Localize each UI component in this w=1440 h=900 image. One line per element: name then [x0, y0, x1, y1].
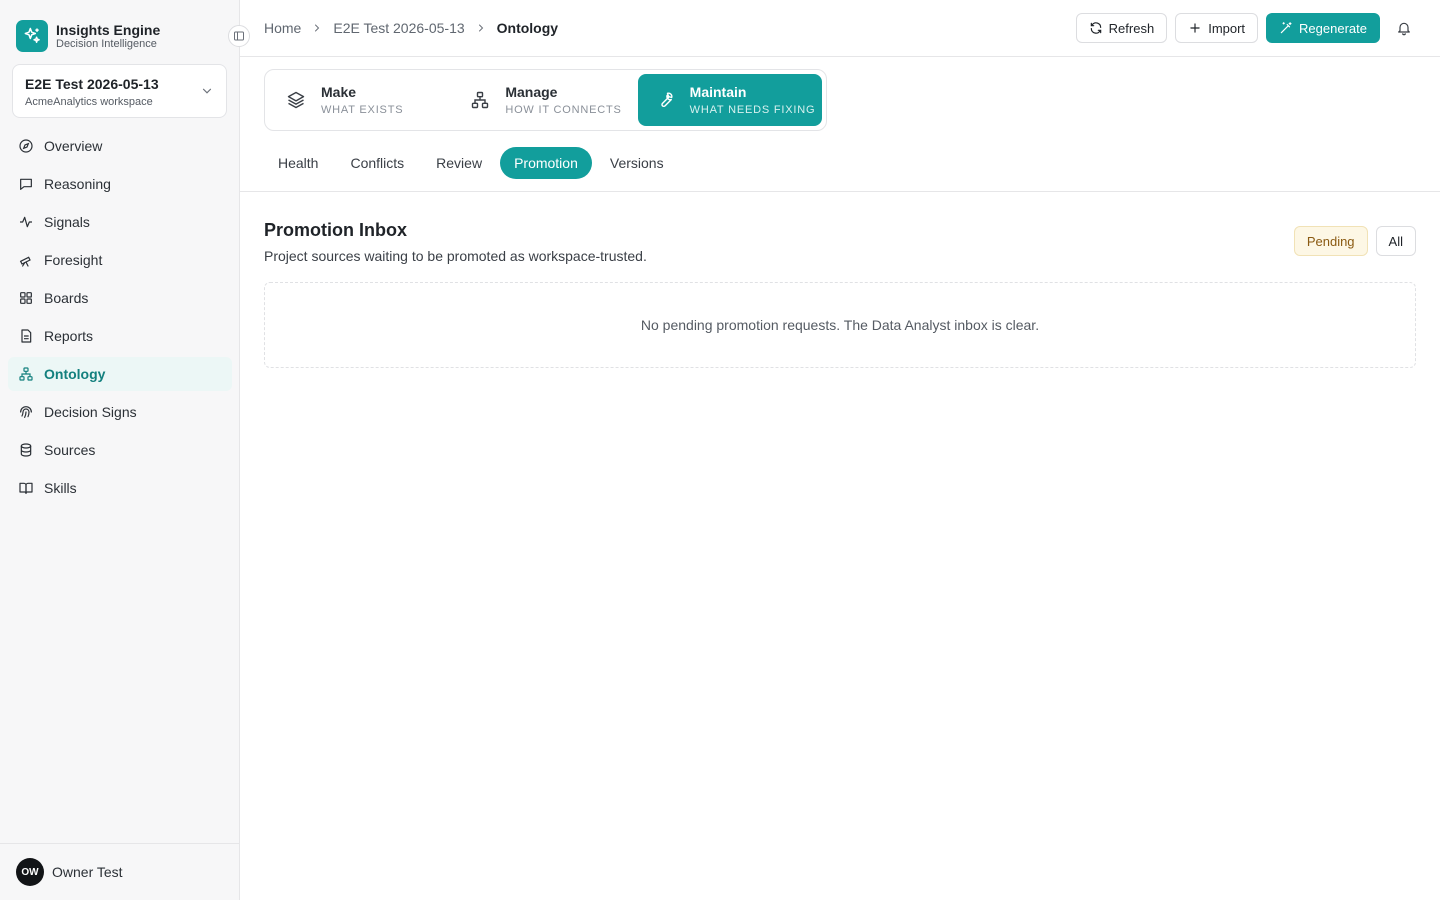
- sidebar-item-label: Boards: [44, 290, 89, 306]
- hierarchy-icon: [469, 89, 491, 111]
- tab-conflicts[interactable]: Conflicts: [336, 147, 418, 179]
- refresh-icon: [1089, 21, 1103, 35]
- sidebar-item-skills[interactable]: Skills: [8, 471, 232, 505]
- avatar: OW: [16, 858, 44, 886]
- tab-promotion[interactable]: Promotion: [500, 147, 592, 179]
- magic-wand-icon: [1279, 21, 1293, 35]
- user-menu[interactable]: OW Owner Test: [0, 843, 239, 900]
- breadcrumb-home[interactable]: Home: [264, 20, 301, 36]
- tab-review[interactable]: Review: [422, 147, 496, 179]
- message-icon: [18, 176, 34, 192]
- breadcrumb-current: Ontology: [496, 20, 559, 36]
- network-icon: [18, 366, 34, 382]
- breadcrumb-project[interactable]: E2E Test 2026-05-13: [333, 20, 464, 36]
- sidebar-item-label: Ontology: [44, 366, 106, 382]
- mode-switcher: Make WHAT EXISTS Manage HOW IT CONNECTS …: [264, 69, 827, 131]
- sidebar-item-foresight[interactable]: Foresight: [8, 243, 232, 277]
- workspace-subtitle: AcmeAnalytics workspace: [25, 96, 153, 108]
- user-name: Owner Test: [52, 864, 123, 880]
- plus-icon: [1188, 21, 1202, 35]
- refresh-button[interactable]: Refresh: [1075, 13, 1168, 43]
- sidebar-item-label: Skills: [44, 480, 77, 496]
- sidebar-item-boards[interactable]: Boards: [8, 281, 232, 315]
- refresh-label: Refresh: [1108, 20, 1155, 36]
- sidebar-item-label: Decision Signs: [44, 404, 137, 420]
- sidebar-item-label: Overview: [44, 138, 103, 154]
- sidebar-item-decision-signs[interactable]: Decision Signs: [8, 395, 232, 429]
- tab-versions[interactable]: Versions: [596, 147, 678, 179]
- telescope-icon: [18, 252, 34, 268]
- sidebar-item-label: Signals: [44, 214, 90, 230]
- sidebar-nav: Overview Reasoning Signals Foresight Boa…: [8, 129, 232, 509]
- sidebar-item-label: Reports: [44, 328, 94, 344]
- sidebar-item-reasoning[interactable]: Reasoning: [8, 167, 232, 201]
- chevron-right-icon: [311, 22, 323, 34]
- book-icon: [18, 480, 34, 496]
- mode-manage[interactable]: Manage HOW IT CONNECTS: [453, 74, 637, 126]
- layers-icon: [285, 89, 307, 111]
- tab-health[interactable]: Health: [264, 147, 332, 179]
- sidebar-item-signals[interactable]: Signals: [8, 205, 232, 239]
- app-subtitle: Decision Intelligence: [56, 37, 157, 50]
- sidebar-item-ontology[interactable]: Ontology: [8, 357, 232, 391]
- mode-title: Manage: [505, 83, 558, 100]
- bell-icon[interactable]: [1392, 13, 1416, 43]
- fingerprint-icon: [18, 404, 34, 420]
- compass-icon: [18, 138, 34, 154]
- filter-pending[interactable]: Pending: [1293, 226, 1368, 256]
- sidebar-item-sources[interactable]: Sources: [8, 433, 232, 467]
- sidebar-item-label: Sources: [44, 442, 96, 458]
- sidebar-item-reports[interactable]: Reports: [8, 319, 232, 353]
- chevron-right-icon: [475, 22, 487, 34]
- app-title: Insights Engine: [56, 21, 161, 38]
- regenerate-label: Regenerate: [1299, 20, 1367, 36]
- sidebar-item-label: Reasoning: [44, 176, 111, 192]
- filter-all[interactable]: All: [1375, 226, 1416, 256]
- section-title: Promotion Inbox: [264, 220, 407, 240]
- empty-state: No pending promotion requests. The Data …: [264, 282, 1416, 368]
- regenerate-button[interactable]: Regenerate: [1266, 13, 1380, 43]
- section-description: Project sources waiting to be promoted a…: [264, 248, 647, 264]
- document-icon: [18, 328, 34, 344]
- database-icon: [18, 442, 34, 458]
- sidebar-item-overview[interactable]: Overview: [8, 129, 232, 163]
- empty-state-message: No pending promotion requests. The Data …: [640, 317, 1040, 333]
- import-label: Import: [1208, 20, 1246, 36]
- mode-subtitle: HOW IT CONNECTS: [505, 103, 622, 116]
- sidebar-item-label: Foresight: [44, 252, 103, 268]
- toolbar: Refresh Import Regenerate: [1068, 13, 1416, 43]
- chevron-down-icon: [200, 84, 214, 103]
- wrench-icon: [654, 89, 676, 111]
- ontology-header: Make WHAT EXISTS Manage HOW IT CONNECTS …: [240, 57, 1440, 192]
- sparkle-logo-icon: [16, 20, 48, 52]
- activity-icon: [18, 214, 34, 230]
- breadcrumb: Home E2E Test 2026-05-13 Ontology: [264, 0, 558, 56]
- mode-subtitle: WHAT EXISTS: [321, 103, 404, 116]
- mode-make[interactable]: Make WHAT EXISTS: [269, 74, 453, 126]
- workspace-switcher[interactable]: E2E Test 2026-05-13 AcmeAnalytics worksp…: [12, 64, 227, 118]
- sidebar-collapse-button[interactable]: [228, 25, 250, 47]
- mode-maintain[interactable]: Maintain WHAT NEEDS FIXING: [637, 74, 822, 126]
- mode-title: Make: [321, 83, 357, 100]
- workspace-name: E2E Test 2026-05-13: [25, 76, 159, 92]
- status-filter: Pending All: [1286, 226, 1416, 256]
- mode-subtitle: WHAT NEEDS FIXING: [689, 103, 816, 116]
- import-button[interactable]: Import: [1175, 13, 1259, 43]
- sub-tabs: Health Conflicts Review Promotion Versio…: [264, 147, 682, 179]
- brand[interactable]: Insights Engine Decision Intelligence: [16, 20, 160, 52]
- grid-icon: [18, 290, 34, 306]
- mode-title: Maintain: [689, 83, 747, 100]
- top-bar: Home E2E Test 2026-05-13 Ontology Refres…: [240, 0, 1440, 57]
- sidebar: Insights Engine Decision Intelligence E2…: [0, 0, 240, 900]
